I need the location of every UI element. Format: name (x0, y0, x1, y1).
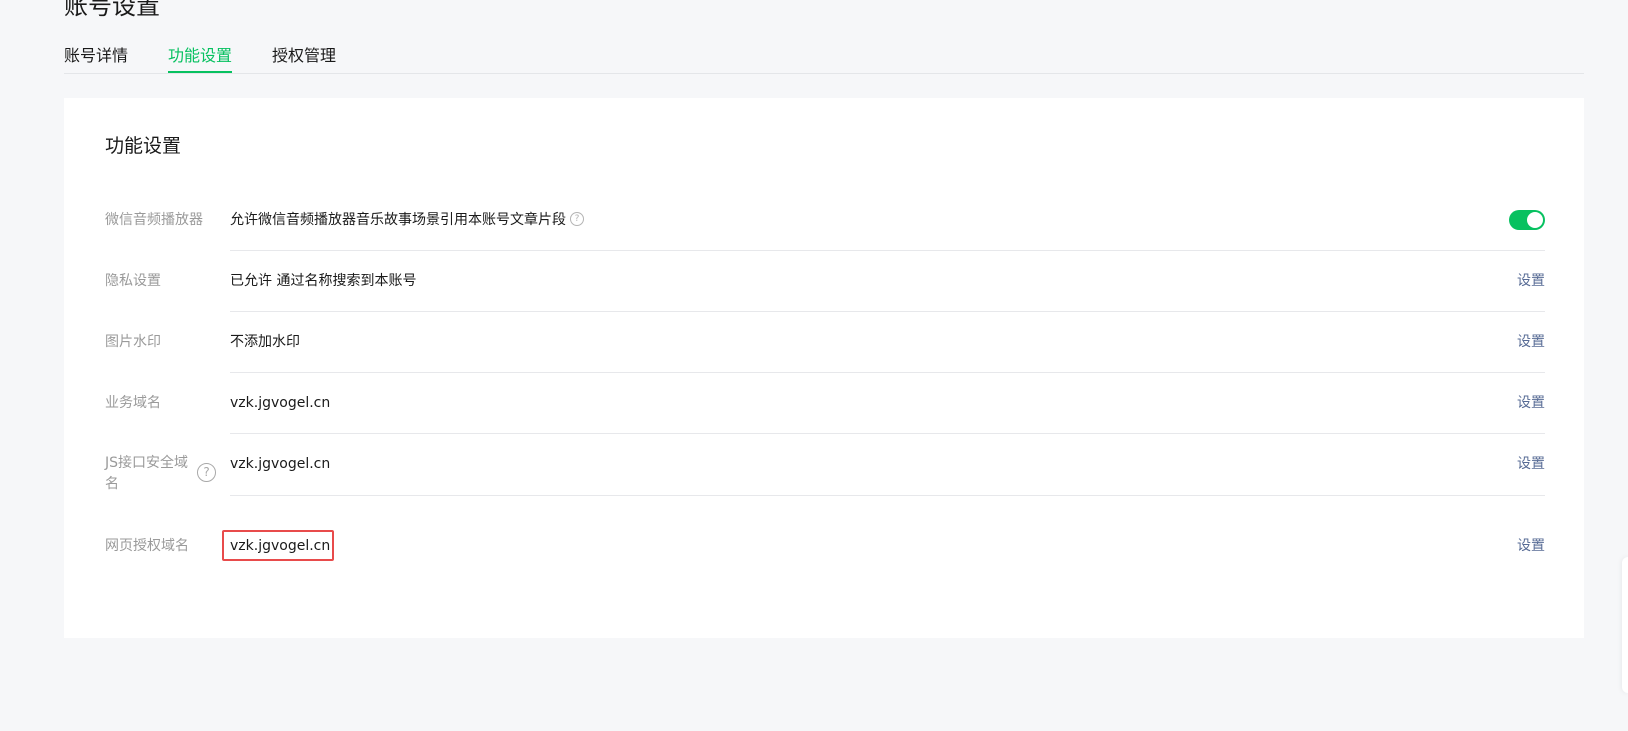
panel-title: 功能设置 (105, 135, 182, 157)
row-value: vzk.jgvogel.cn (230, 456, 331, 472)
row-divider (230, 250, 1545, 251)
row-label: JS接口安全域名 (105, 455, 189, 492)
row-divider (230, 372, 1545, 373)
row-value: vzk.jgvogel.cn (230, 395, 331, 411)
row-label: 微信音频播放器 (105, 212, 203, 228)
row-value: vzk.jgvogel.cn (230, 538, 331, 554)
row-value: 不添加水印 (230, 334, 300, 350)
feature-settings-panel: 功能设置 微信音频播放器 允许微信音频播放器音乐故事场景引用本账号文章片段? 隐… (64, 98, 1584, 638)
tab-authorization-management[interactable]: 授权管理 (272, 44, 336, 73)
side-panel-edge (1622, 557, 1628, 693)
row-divider (230, 311, 1545, 312)
row-divider (230, 433, 1545, 434)
row-label: 隐私设置 (105, 273, 161, 289)
help-icon[interactable]: ? (197, 463, 216, 482)
account-settings-page: 账号设置 账号详情 功能设置 授权管理 功能设置 微信音频播放器 允许微信音频播… (0, 0, 1628, 731)
web-auth-domain-settings-link[interactable]: 设置 (1517, 535, 1545, 557)
watermark-settings-link[interactable]: 设置 (1517, 331, 1545, 353)
js-domain-settings-link[interactable]: 设置 (1517, 453, 1545, 475)
help-icon[interactable]: ? (570, 212, 584, 226)
row-label: 网页授权域名 (105, 538, 189, 554)
tab-feature-settings[interactable]: 功能设置 (168, 44, 233, 73)
tab-account-details[interactable]: 账号详情 (64, 44, 128, 73)
row-value-text: 允许微信音频播放器音乐故事场景引用本账号文章片段 (230, 212, 566, 228)
row-divider (230, 495, 1545, 496)
tab-bar: 账号详情 功能设置 授权管理 (64, 44, 1584, 74)
page-title: 账号设置 (64, 0, 160, 20)
row-label: 图片水印 (105, 334, 161, 350)
audio-player-toggle[interactable] (1509, 210, 1545, 230)
row-value: 已允许 通过名称搜索到本账号 (230, 273, 417, 289)
business-domain-settings-link[interactable]: 设置 (1517, 392, 1545, 414)
row-label: 业务域名 (105, 395, 161, 411)
privacy-settings-link[interactable]: 设置 (1517, 270, 1545, 292)
toggle-knob (1527, 212, 1543, 228)
row-value: 允许微信音频播放器音乐故事场景引用本账号文章片段? (230, 209, 584, 231)
